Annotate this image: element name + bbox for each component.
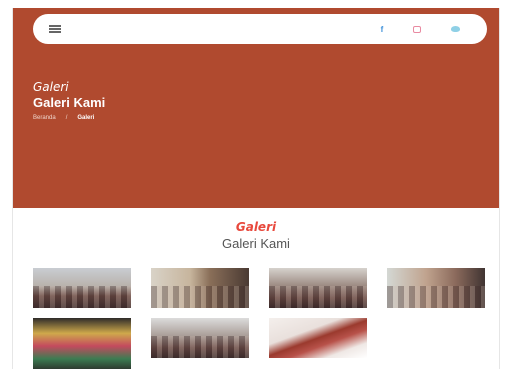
instagram-icon[interactable] xyxy=(412,24,422,34)
gallery-thumbnail[interactable] xyxy=(33,268,131,308)
hero-banner: f Galeri Galeri Kami Beranda / Galeri xyxy=(13,8,499,208)
section-title: Galeri Kami xyxy=(222,236,290,251)
section-subtitle: Galeri xyxy=(235,220,277,234)
gallery-thumbnail[interactable] xyxy=(269,318,367,358)
facebook-icon[interactable]: f xyxy=(377,24,387,34)
gallery-thumbnail[interactable] xyxy=(151,318,249,358)
gallery-thumbnail[interactable] xyxy=(387,268,485,308)
gallery-thumbnail[interactable] xyxy=(33,318,131,369)
twitter-icon[interactable] xyxy=(450,24,460,34)
top-navbar: f xyxy=(33,14,487,44)
gallery-thumbnail[interactable] xyxy=(269,268,367,308)
breadcrumb: Beranda / Galeri xyxy=(33,115,94,121)
gallery-thumbnail[interactable] xyxy=(151,268,249,308)
breadcrumb-home-link[interactable]: Beranda xyxy=(33,115,56,121)
breadcrumb-separator: / xyxy=(65,115,68,121)
hero-title: Galeri Kami xyxy=(33,95,106,110)
page-frame: f Galeri Galeri Kami Beranda / Galeri Ga… xyxy=(12,8,500,369)
hamburger-menu-icon[interactable] xyxy=(49,25,61,33)
hero-subtitle: Galeri xyxy=(33,80,69,94)
breadcrumb-current: Galeri xyxy=(77,115,95,121)
